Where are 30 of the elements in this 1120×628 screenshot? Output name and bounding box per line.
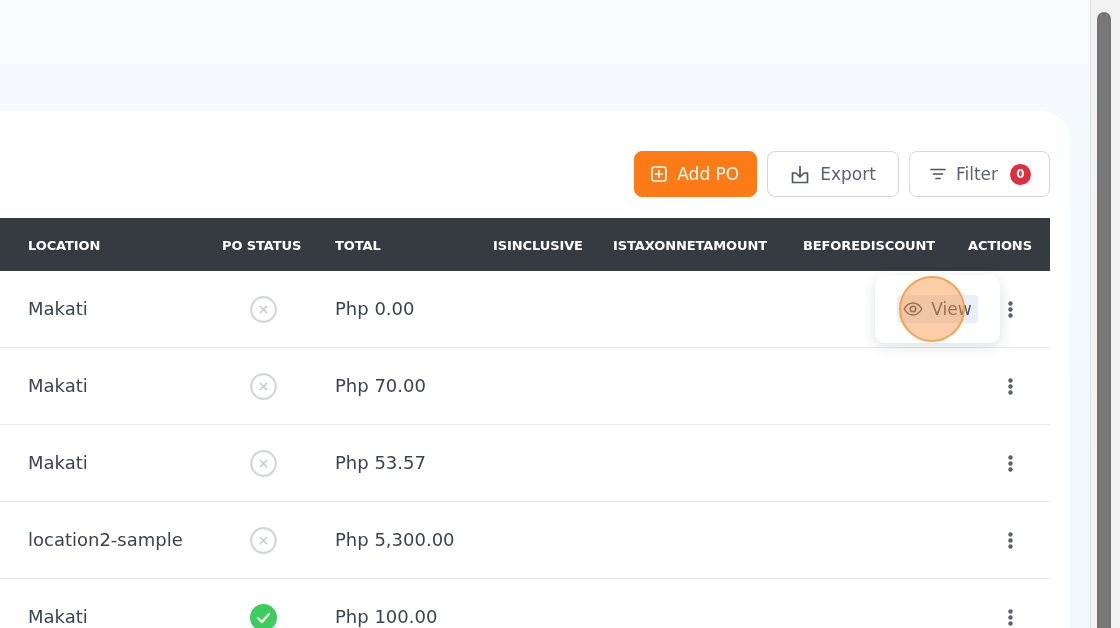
filter-button[interactable]: Filter 0 [908,151,1050,197]
total-cell: Php 53.57 [335,451,426,473]
location-cell: Makati [28,297,88,319]
column-header[interactable]: ISINCLUSIVE [493,238,583,253]
download-icon [790,164,811,184]
more-options-icon[interactable] [1008,300,1013,318]
export-button[interactable]: Export [767,151,899,197]
filter-icon [929,168,946,180]
total-cell: Php 100.00 [335,605,438,627]
plus-square-icon [651,166,668,182]
location-cell: location2-sample [28,528,183,550]
column-header[interactable]: LOCATION [28,238,101,253]
count-badge: 0 [1010,163,1031,185]
total-cell: Php 0.00 [335,297,415,319]
total-cell: Php 70.00 [335,374,426,396]
more-options-icon[interactable] [1008,531,1013,549]
column-header[interactable]: BEFOREDISCOUNT [803,238,936,253]
location-cell: Makati [28,374,88,396]
more-options-icon[interactable] [1008,454,1013,472]
total-cell: Php 5,300.00 [335,528,455,550]
column-header[interactable]: ISTAXONNETAMOUNT [613,238,767,253]
location-cell: Makati [28,451,88,473]
more-options-icon[interactable] [1008,377,1013,395]
eye-icon [903,302,924,316]
column-header[interactable]: ACTIONS [968,238,1032,253]
location-cell: Makati [28,605,88,627]
column-header[interactable]: PO STATUS [222,238,302,253]
scrollbar-thumb[interactable] [1097,12,1111,628]
more-options-icon[interactable] [1008,608,1013,626]
column-header[interactable]: TOTAL [335,238,381,253]
